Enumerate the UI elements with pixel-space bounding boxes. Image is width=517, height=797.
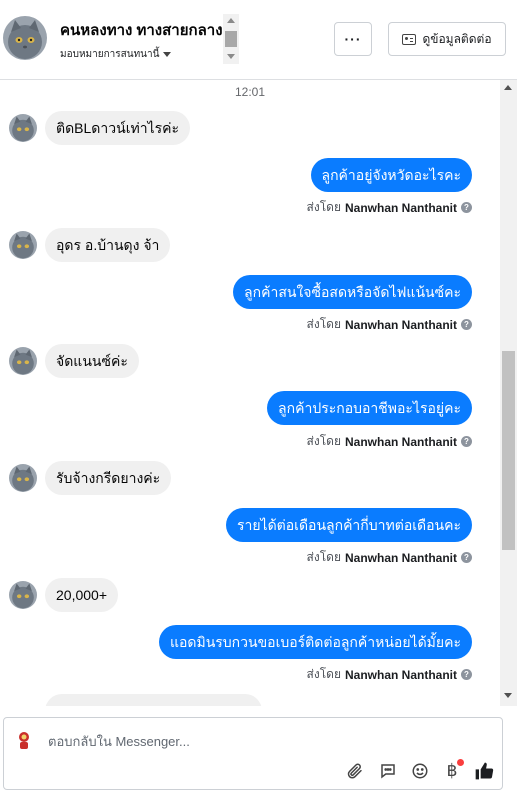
reply-composer: ฿ — [3, 717, 503, 790]
sent-by-prefix: ส่งโดย — [306, 317, 341, 331]
contact-avatar-small[interactable] — [9, 114, 37, 142]
incoming-bubble[interactable]: ติดBLดาวน์เท่าไรค่ะ — [45, 111, 191, 145]
outgoing-bubble[interactable]: ลูกค้าประกอบอาชีพอะไรอยู่คะ — [267, 391, 472, 425]
incoming-bubble[interactable]: รับจ้างกรีดยางค่ะ — [45, 461, 172, 495]
incoming-bubble[interactable]: อุดร อ.บ้านดุง จ้า — [45, 228, 171, 262]
help-icon[interactable]: ? — [461, 202, 472, 213]
saved-replies-icon[interactable] — [377, 760, 399, 782]
incoming-bubble[interactable]: จัดแนนซ์ค่ะ — [45, 344, 139, 378]
scroll-up-arrow-icon[interactable] — [504, 85, 512, 90]
contact-avatar-small[interactable] — [9, 581, 37, 609]
contact-avatar-small[interactable] — [9, 231, 37, 259]
help-icon[interactable]: ? — [461, 669, 472, 680]
sender-name: Nanwhan Nanthanit — [344, 200, 457, 215]
page-avatar — [12, 728, 36, 752]
incoming-bubble[interactable]: 20,000+ — [45, 578, 118, 612]
conversation-header: คนหลงทาง ทางสายกลาง มอบหมายการสนทนานี้ ·… — [0, 0, 517, 80]
outgoing-bubble[interactable]: แอดมินรบกวนขอเบอร์ติดต่อลูกค้าหน่อยได้มั… — [158, 625, 472, 659]
sent-by-line: ส่งโดย Nanwhan Nanthanit ? — [307, 315, 472, 334]
sender-name: Nanwhan Nanthanit — [344, 434, 457, 449]
header-scrollbar[interactable] — [223, 14, 239, 64]
contact-avatar[interactable] — [3, 16, 47, 60]
sent-by-prefix: ส่งโดย — [306, 200, 341, 214]
message-timestamp: 12:01 — [234, 85, 266, 99]
sent-by-prefix: ส่งโดย — [306, 667, 341, 681]
sent-by-prefix: ส่งโดย — [306, 550, 341, 564]
emoji-icon[interactable] — [409, 760, 431, 782]
sent-by-line: ส่งโดย Nanwhan Nanthanit ? — [307, 548, 472, 567]
ellipsis-icon: ··· — [344, 31, 362, 47]
incoming-bubble-partial[interactable] — [45, 694, 262, 706]
baht-icon[interactable]: ฿ — [441, 759, 464, 782]
attach-icon[interactable] — [344, 760, 366, 782]
caret-down-icon — [163, 51, 172, 57]
outgoing-bubble[interactable]: รายได้ต่อเดือนลูกค้ากี่บาทต่อเดือนคะ — [225, 508, 472, 542]
sent-by-line: ส่งโดย Nanwhan Nanthanit ? — [307, 432, 472, 451]
sent-by-line: ส่งโดย Nanwhan Nanthanit ? — [307, 198, 472, 217]
sent-by-line: ส่งโดย Nanwhan Nanthanit ? — [307, 665, 472, 684]
help-icon[interactable]: ? — [461, 319, 472, 330]
contact-avatar-small[interactable] — [9, 347, 37, 375]
sender-name: Nanwhan Nanthanit — [344, 550, 457, 565]
thread-scrollbar[interactable] — [500, 80, 517, 706]
baht-glyph: ฿ — [446, 761, 458, 781]
outgoing-bubble[interactable]: ลูกค้าอยู่จังหวัดอะไรคะ — [310, 158, 472, 192]
view-contact-info-button[interactable]: ดูข้อมูลติดต่อ — [388, 22, 506, 56]
scroll-down-arrow-icon[interactable] — [227, 54, 235, 59]
scroll-up-arrow-icon[interactable] — [227, 18, 235, 23]
assign-label: มอบหมายการสนทนานี้ — [60, 49, 160, 60]
contact-avatar-small[interactable] — [9, 464, 37, 492]
scroll-thumb[interactable] — [502, 351, 515, 550]
message-thread[interactable]: 12:01 ติดBLดาวน์เท่าไรค่ะ ลูกค้าอยู่จังห… — [0, 80, 517, 706]
sent-by-prefix: ส่งโดย — [306, 434, 341, 448]
sender-name: Nanwhan Nanthanit — [344, 667, 457, 682]
contact-card-icon — [402, 33, 417, 45]
notification-dot — [457, 759, 464, 766]
sender-name: Nanwhan Nanthanit — [344, 317, 457, 332]
contact-name: คนหลงทาง ทางสายกลาง — [60, 22, 222, 39]
reply-input[interactable] — [48, 730, 448, 752]
scroll-thumb[interactable] — [225, 31, 237, 47]
scroll-down-arrow-icon[interactable] — [504, 693, 512, 698]
thumbs-up-icon[interactable] — [473, 760, 495, 782]
help-icon[interactable]: ? — [461, 436, 472, 447]
outgoing-bubble[interactable]: ลูกค้าสนใจซื้อสดหรือจัดไฟแน้นซ์คะ — [233, 275, 472, 309]
assign-conversation-dropdown[interactable]: มอบหมายการสนทนานี้ — [60, 47, 172, 62]
more-options-button[interactable]: ··· — [334, 22, 372, 56]
help-icon[interactable]: ? — [461, 552, 472, 563]
view-contact-info-label: ดูข้อมูลติดต่อ — [422, 31, 492, 46]
